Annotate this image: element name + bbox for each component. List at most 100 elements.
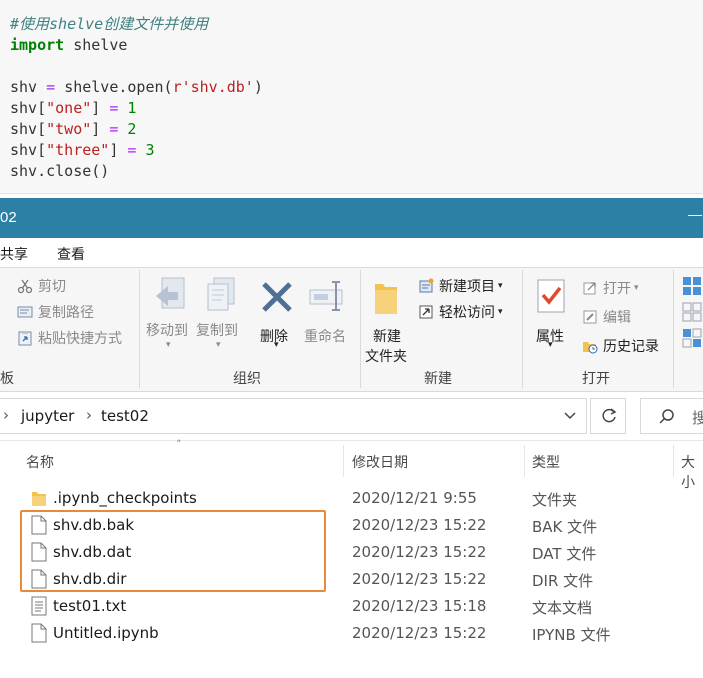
file-name: shv.db.dat [53,543,132,561]
code-line-assign-two: shv["two"] = 2 [10,119,703,140]
group-organize-label: 组织 [233,371,261,387]
refresh-button[interactable] [590,398,626,434]
new-item-icon [418,278,434,294]
file-type: BAK 文件 [532,518,598,536]
new-folder-label-1: 新建 [373,329,401,345]
search-field[interactable]: 搜 [640,398,703,434]
delete-button[interactable]: 删除 ▾ [258,274,298,354]
open-icon [582,280,598,296]
breadcrumb-item-test02[interactable]: test02 [101,407,149,425]
invert-selection-icon[interactable] [682,328,702,352]
column-header-name[interactable]: 名称 [26,452,54,472]
minimize-button[interactable]: — [688,206,703,222]
easy-access-label: 轻松访问 [439,305,495,321]
address-bar[interactable]: › jupyter › test02 [0,398,587,434]
file-row[interactable]: shv.db.bak 2020/12/23 15:22 BAK 文件 [0,512,703,539]
code-token: 2 [118,120,137,138]
open-button[interactable]: 打开 ▾ [582,277,639,299]
code-token: shv [10,78,38,96]
file-row[interactable]: .ipynb_checkpoints 2020/12/21 9:55 文件夹 [0,485,703,512]
rename-icon [308,278,348,318]
ribbon-separator [360,270,361,388]
move-to-dropdown-icon: ▾ [166,340,171,350]
rename-label: 重命名 [304,329,346,345]
select-all-icon[interactable] [682,276,702,300]
column-headers: ˄ 名称 修改日期 类型 大小 [0,438,703,491]
scissors-icon [17,278,33,294]
code-token: "three" [46,141,110,159]
breadcrumb-chevron-icon[interactable]: › [86,406,92,424]
select-none-icon[interactable] [682,302,702,326]
paste-shortcut-button[interactable]: 粘贴快捷方式 [17,327,122,349]
code-token: = [37,78,65,96]
history-button[interactable]: 历史记录 [582,335,659,357]
copy-path-icon [17,304,33,320]
open-label: 打开 [603,281,631,297]
file-row[interactable]: shv.db.dir 2020/12/23 15:22 DIR 文件 [0,566,703,593]
copy-to-button[interactable]: 复制到 ▾ [196,274,242,354]
code-token: "two" [46,120,92,138]
file-date: 2020/12/23 15:18 [352,597,487,615]
rename-button[interactable]: 重命名 [304,274,354,354]
paste-shortcut-icon [17,330,33,346]
code-line-assign-one: shv["one"] = 1 [10,98,703,119]
tab-view[interactable]: 查看 [57,244,85,264]
refresh-icon [600,407,618,430]
code-token: shelve.open( [64,78,173,96]
paste-shortcut-label: 粘贴快捷方式 [38,331,122,347]
column-header-date[interactable]: 修改日期 [352,452,408,472]
history-icon [582,338,598,354]
move-to-button[interactable]: 移动到 ▾ [146,274,192,354]
group-clipboard-label: 板 [0,371,14,387]
copy-path-button[interactable]: 复制路径 [17,301,94,323]
easy-access-button[interactable]: 轻松访问 ▾ [418,301,503,323]
search-placeholder: 搜 [692,409,703,427]
new-folder-button[interactable]: 新建 文件夹 [365,274,415,365]
column-divider[interactable] [673,445,674,477]
file-name: shv.db.bak [53,516,135,534]
code-token: shv[ [10,99,47,117]
easy-access-icon [418,304,434,320]
column-header-type[interactable]: 类型 [532,452,560,472]
file-date: 2020/12/23 15:22 [352,516,487,534]
file-row[interactable]: Untitled.ipynb 2020/12/23 15:22 IPYNB 文件 [0,620,703,647]
properties-button[interactable]: 属性 ▾ [532,274,572,354]
file-name: test01.txt [53,597,127,615]
cut-label: 剪切 [38,279,66,295]
file-row[interactable]: test01.txt 2020/12/23 15:18 文本文档 [0,593,703,620]
file-row[interactable]: shv.db.dat 2020/12/23 15:22 DAT 文件 [0,539,703,566]
folder-icon [31,488,47,508]
code-token: shv[ [10,141,47,159]
file-date: 2020/12/23 15:22 [352,570,487,588]
edit-button[interactable]: 编辑 [582,306,631,328]
breadcrumb-item-jupyter[interactable]: jupyter [21,407,74,425]
code-cell[interactable]: #使用shelve创建文件并使用 import shelve shv = she… [0,0,703,194]
history-label: 历史记录 [603,339,659,355]
search-icon [658,408,676,431]
code-line-comment: #使用shelve创建文件并使用 [10,14,703,35]
window-title: 02 [0,209,17,226]
code-token: 3 [136,141,155,159]
code-token: ] [91,120,110,138]
address-history-dropdown-icon[interactable] [563,405,577,429]
file-type: 文件夹 [532,491,578,509]
file-type: IPYNB 文件 [532,626,611,644]
easy-access-dropdown-icon: ▾ [498,307,503,317]
file-icon [31,515,47,535]
file-type: DIR 文件 [532,572,594,590]
column-divider[interactable] [343,445,344,477]
code-line-close: shv.close() [10,161,703,182]
code-comment: #使用shelve创建文件并使用 [10,15,209,33]
column-divider[interactable] [524,445,525,477]
cut-button[interactable]: 剪切 [17,275,66,297]
explorer-titlebar[interactable]: 02 — [0,198,703,238]
new-item-button[interactable]: 新建项目 ▾ [418,275,503,297]
ribbon: 剪切 复制路径 粘贴快捷方式 板 移动到 ▾ 复制到 ▾ 删除 ▾ 重命名 组织… [0,268,703,392]
breadcrumb-chevron-icon[interactable]: › [3,406,9,424]
tab-share[interactable]: 共享 [0,244,28,264]
properties-dropdown-icon: ▾ [548,340,553,350]
file-icon [31,542,47,562]
file-icon [31,623,47,643]
edit-label: 编辑 [603,310,631,326]
